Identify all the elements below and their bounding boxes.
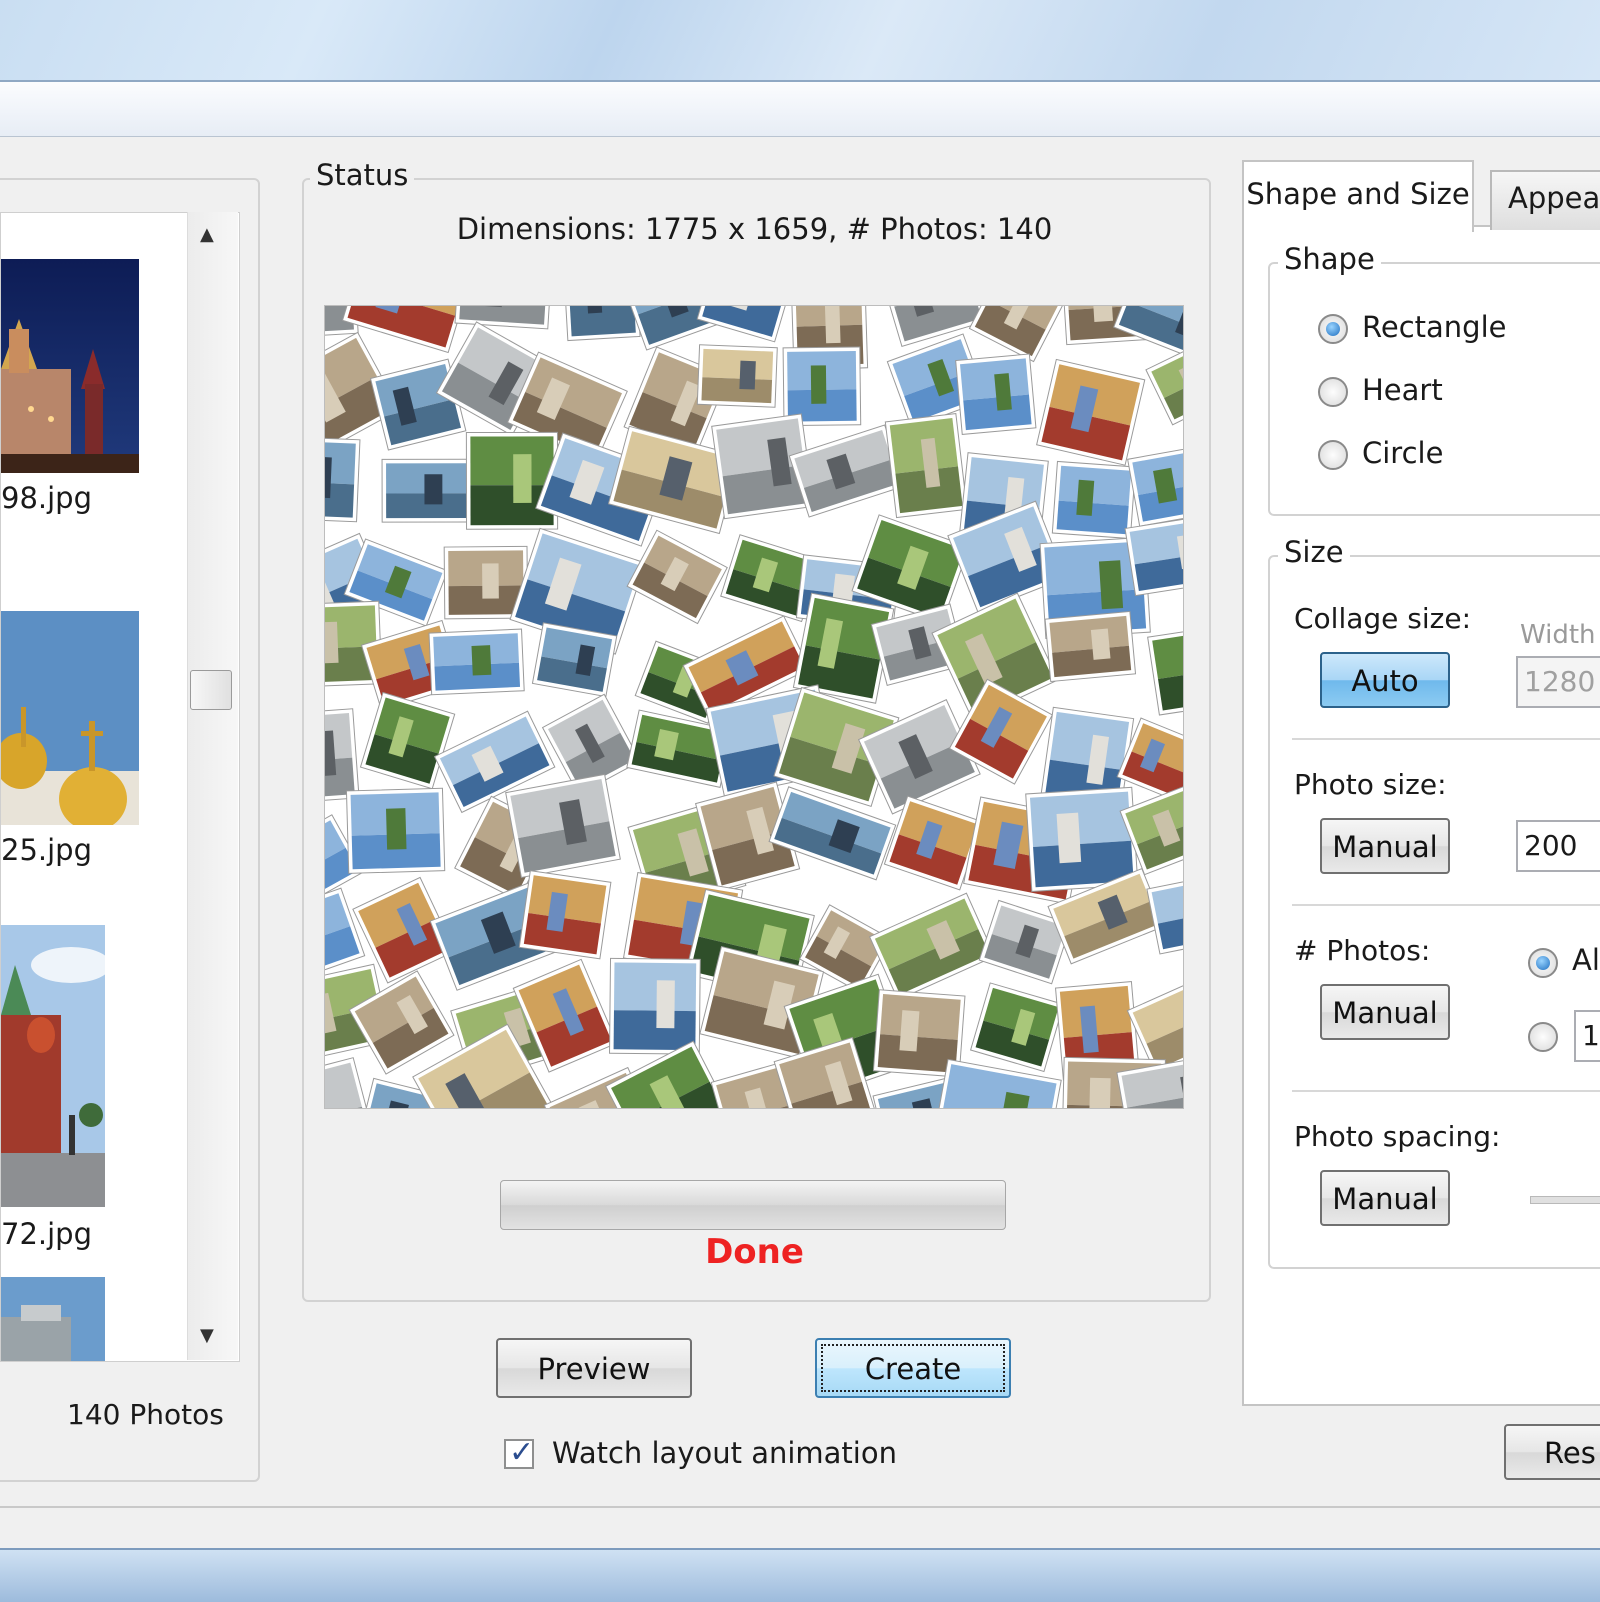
collage-photo-tile xyxy=(359,691,456,790)
thumbnail-caption: 25.jpg xyxy=(1,833,92,867)
shape-circle-label[interactable]: Circle xyxy=(1362,436,1443,470)
collage-photo-tile xyxy=(609,957,701,1055)
collage-size-auto-button[interactable]: Auto xyxy=(1320,652,1450,708)
photos-all-radio[interactable] xyxy=(1528,948,1558,978)
status-state-text: Done xyxy=(705,1232,804,1272)
status-legend: Status xyxy=(310,158,415,192)
shape-circle-radio[interactable] xyxy=(1318,440,1348,470)
collage-preview xyxy=(324,305,1184,1109)
collage-photo-tile xyxy=(868,892,996,1001)
photo-count-label: 140 Photos xyxy=(67,1398,224,1431)
tab-shape-and-size[interactable]: Shape and Size xyxy=(1242,160,1474,232)
watch-animation-checkbox[interactable] xyxy=(504,1435,534,1470)
collage-photo-tile xyxy=(1036,358,1146,466)
photos-count-field[interactable]: 1 xyxy=(1574,1010,1600,1062)
progress-bar xyxy=(500,1180,1006,1230)
scroll-up-arrow-icon[interactable]: ▲ xyxy=(200,224,214,245)
shape-heart-radio[interactable] xyxy=(1318,377,1348,407)
photos-count-radio[interactable] xyxy=(1528,1022,1558,1052)
collage-photo-tile xyxy=(505,773,621,879)
photos-count-label: # Photos: xyxy=(1294,934,1431,967)
photo-thumbnail[interactable] xyxy=(1,925,105,1207)
width-field[interactable]: 1280 xyxy=(1516,656,1600,708)
collage-photo-tile xyxy=(782,346,862,427)
collage-photo-tile xyxy=(518,870,612,960)
photos-all-label[interactable]: Al xyxy=(1572,943,1600,977)
collage-photo-tile xyxy=(1146,874,1183,955)
collage-photo-tile xyxy=(1051,460,1137,540)
divider xyxy=(1292,738,1600,740)
collage-photo-tile xyxy=(1025,786,1139,892)
collage-photo-tile xyxy=(968,306,1069,363)
collage-photo-tile xyxy=(1044,610,1137,683)
photo-list-scrollbar[interactable]: ▲ ▼ xyxy=(187,212,238,1360)
collage-photo-tile xyxy=(955,353,1037,435)
divider xyxy=(1292,904,1600,906)
preview-button[interactable]: Preview xyxy=(496,1338,692,1398)
divider xyxy=(0,1506,1600,1508)
collage-photo-tile xyxy=(428,628,525,696)
divider xyxy=(1292,1090,1600,1092)
width-label: Width xyxy=(1520,620,1596,650)
shape-rectangle-label[interactable]: Rectangle xyxy=(1362,310,1506,344)
photo-spacing-slider[interactable] xyxy=(1530,1196,1600,1204)
photo-thumbnail[interactable] xyxy=(1,611,139,825)
shape-rectangle-radio[interactable] xyxy=(1318,314,1348,344)
thumbnail-caption: 72.jpg xyxy=(1,1217,92,1251)
shape-heart-label[interactable]: Heart xyxy=(1362,373,1443,407)
photo-thumbnail[interactable] xyxy=(1,259,139,473)
photo-size-manual-button[interactable]: Manual xyxy=(1320,818,1450,874)
tab-appearance[interactable]: Appear xyxy=(1490,170,1600,230)
size-legend: Size xyxy=(1278,535,1350,569)
restore-button[interactable]: Res xyxy=(1504,1424,1600,1480)
photo-spacing-label: Photo spacing: xyxy=(1294,1120,1501,1153)
collage-photo-tile xyxy=(696,306,798,343)
collage-photo-tile xyxy=(696,344,778,408)
collage-photo-tile xyxy=(531,622,618,698)
collage-photo-tile xyxy=(325,436,361,523)
watch-animation-label[interactable]: Watch layout animation xyxy=(552,1436,897,1470)
collage-photo-tile xyxy=(345,787,446,874)
photo-size-field[interactable]: 200 xyxy=(1516,820,1600,872)
dimensions-text: Dimensions: 1775 x 1659, # Photos: 140 xyxy=(456,212,1053,246)
collage-photo-tile xyxy=(1147,623,1183,716)
thumbnail-caption: 98.jpg xyxy=(1,481,92,515)
photo-thumbnail[interactable] xyxy=(1,1277,105,1361)
collage-photo-tile xyxy=(465,431,559,530)
collage-photo-tile xyxy=(1127,442,1183,527)
collage-photo-tile xyxy=(454,306,553,330)
scrollbar-thumb[interactable] xyxy=(190,670,232,710)
window-titlebar xyxy=(0,0,1600,82)
photo-size-label: Photo size: xyxy=(1294,768,1447,801)
create-button[interactable]: Create xyxy=(815,1338,1011,1398)
shape-legend: Shape xyxy=(1278,242,1381,276)
collage-photo-tile xyxy=(969,982,1065,1073)
photos-manual-button[interactable]: Manual xyxy=(1320,984,1450,1040)
collage-photo-tile xyxy=(884,413,968,519)
toolbar-strip xyxy=(0,82,1600,137)
collage-photo-tile xyxy=(381,458,473,523)
window-bottom-frame xyxy=(0,1548,1600,1602)
collage-photo-tile xyxy=(325,708,360,805)
collage-size-label: Collage size: xyxy=(1294,602,1472,635)
collage-photo-tile xyxy=(561,306,641,342)
photo-spacing-manual-button[interactable]: Manual xyxy=(1320,1170,1450,1226)
collage-photo-tile xyxy=(1124,514,1183,597)
scroll-down-arrow-icon[interactable]: ▼ xyxy=(200,1325,214,1346)
